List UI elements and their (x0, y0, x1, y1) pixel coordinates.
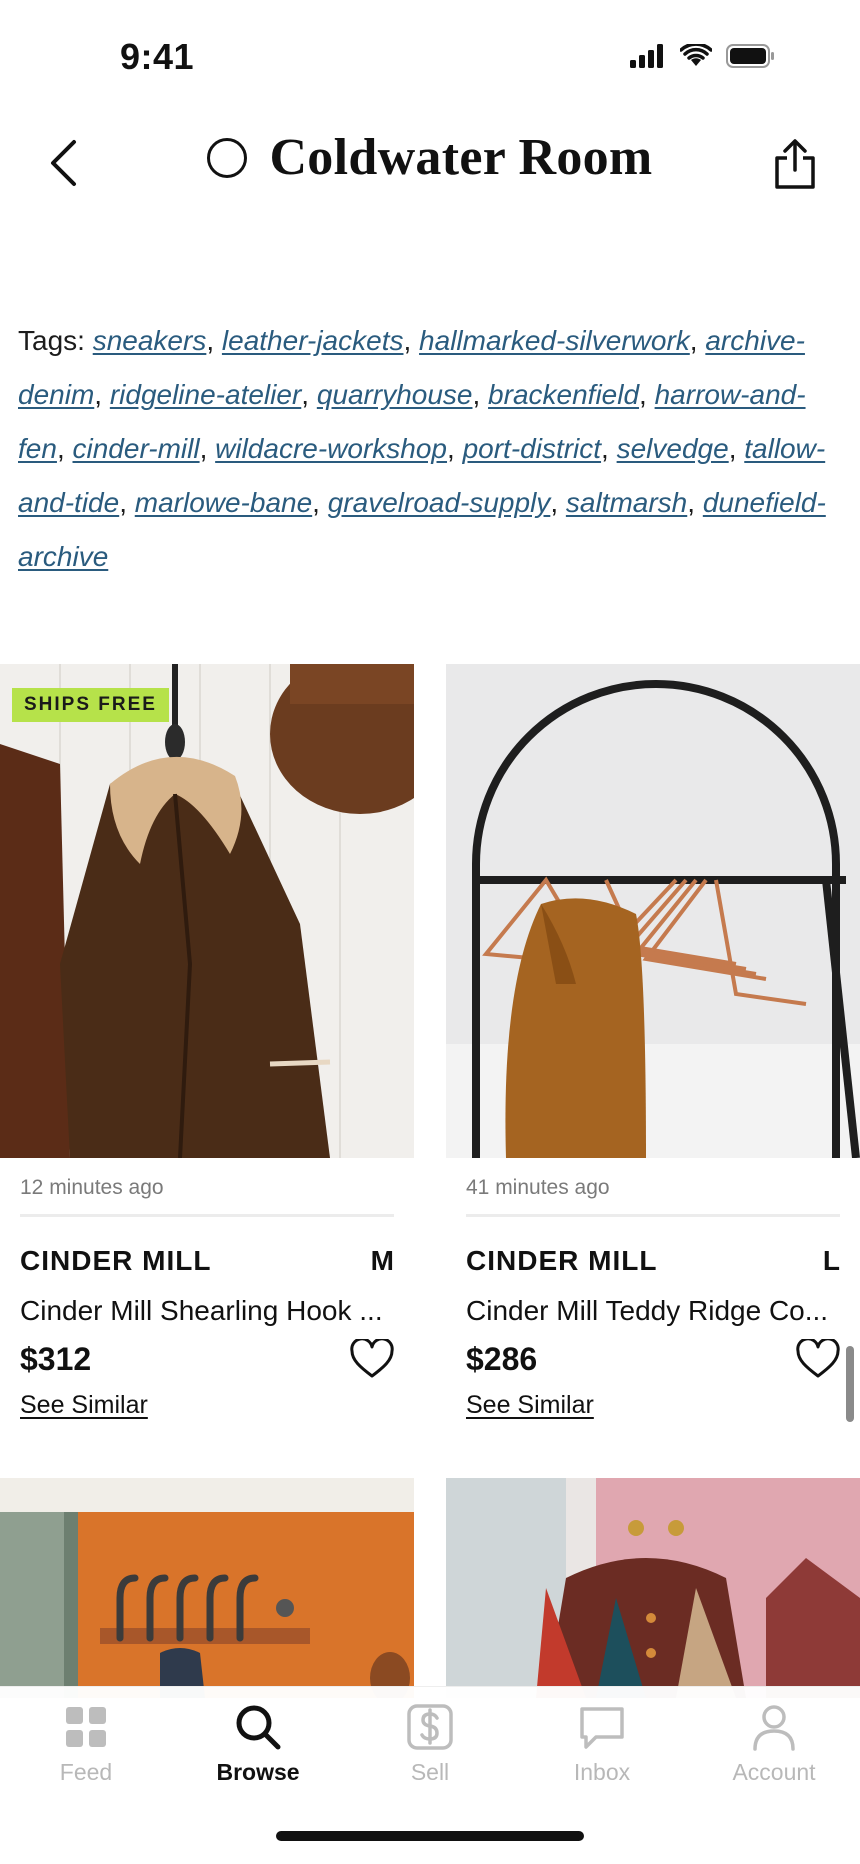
tag-link[interactable]: selvedge (617, 433, 729, 464)
tab-label: Account (732, 1759, 816, 1785)
tab-label: Sell (410, 1759, 450, 1785)
tag-link[interactable]: sneakers (93, 325, 207, 356)
signal-icon (630, 44, 663, 68)
product-price: $312 (20, 1340, 92, 1377)
brand-row: CINDER MILL L (466, 1245, 840, 1277)
product-image[interactable] (446, 1478, 860, 1698)
product-card[interactable]: SHIPS FREE 12 minutes ago CINDER MILL M … (0, 664, 414, 1420)
see-similar-link[interactable]: See Similar (466, 1391, 594, 1420)
price-row: $312 (20, 1339, 394, 1379)
tag-link[interactable]: quarryhouse (317, 379, 473, 410)
tab-browse[interactable]: Browse (172, 1687, 344, 1786)
ships-free-badge: SHIPS FREE (12, 688, 169, 722)
see-similar-link[interactable]: See Similar (20, 1391, 148, 1420)
brand-name: CINDER MILL (20, 1245, 212, 1276)
grid-icon (66, 1707, 106, 1747)
tag-link[interactable]: gravelroad-supply (328, 487, 551, 518)
tag-link[interactable]: hallmarked-silverwork (419, 325, 690, 356)
circle-icon (207, 137, 248, 178)
tab-bar: Feed Browse Sell Inbox Account (0, 1686, 860, 1864)
product-image[interactable]: SHIPS FREE (0, 664, 414, 1158)
heart-icon[interactable] (796, 1339, 840, 1379)
size-label: M (370, 1245, 394, 1276)
tab-account[interactable]: Account (688, 1687, 860, 1786)
product-meta: 41 minutes ago CINDER MILL L Cinder Mill… (446, 1176, 860, 1420)
product-image[interactable] (446, 664, 860, 1158)
closet-photo (446, 1478, 860, 1698)
tag-link[interactable]: cinder-mill (73, 433, 200, 464)
tags-prefix: Tags: (18, 325, 85, 356)
size-label: L (822, 1245, 840, 1276)
status-time: 9:41 (120, 36, 195, 77)
product-meta: 12 minutes ago CINDER MILL M Cinder Mill… (0, 1176, 414, 1420)
status-bar: 9:41 (0, 0, 860, 110)
jacket-photo (0, 664, 414, 1158)
product-card[interactable]: 41 minutes ago CINDER MILL L Cinder Mill… (446, 664, 860, 1420)
dollar-icon (407, 1704, 453, 1750)
listing-time: 12 minutes ago (20, 1176, 164, 1199)
battery-icon (726, 44, 774, 68)
tag-link[interactable]: port-district (463, 433, 601, 464)
tab-inbox[interactable]: Inbox (516, 1687, 688, 1786)
nav-header: Coldwater Room (0, 118, 860, 208)
scroll-indicator[interactable] (846, 1346, 854, 1422)
tab-feed[interactable]: Feed (0, 1687, 172, 1786)
page-title: Coldwater Room (269, 129, 653, 186)
tab-sell[interactable]: Sell (344, 1687, 516, 1786)
tag-link[interactable]: saltmarsh (566, 487, 687, 518)
brand-name: CINDER MILL (466, 1245, 658, 1276)
tags-list: Tags: sneakers, leather-jackets, hallmar… (18, 325, 826, 572)
product-price: $286 (466, 1340, 538, 1377)
tab-label: Feed (59, 1759, 113, 1785)
divider (466, 1214, 840, 1217)
price-row: $286 (466, 1339, 840, 1379)
divider (20, 1214, 394, 1217)
heart-icon[interactable] (350, 1339, 394, 1379)
status-icons (630, 44, 776, 68)
tag-link[interactable]: marlowe-bane (135, 487, 312, 518)
share-icon (775, 139, 815, 189)
share-button[interactable] (766, 134, 824, 194)
hooks-photo (0, 1478, 414, 1698)
coat-rack-photo (446, 664, 860, 1158)
tag-link[interactable]: leather-jackets (222, 325, 404, 356)
brand-row: CINDER MILL M (20, 1245, 394, 1277)
home-indicator[interactable] (276, 1831, 584, 1841)
title-group: Coldwater Room (0, 128, 860, 187)
tag-link[interactable]: wildacre-workshop (215, 433, 447, 464)
tag-link[interactable]: brackenfield (488, 379, 639, 410)
product-name[interactable]: Cinder Mill Shearling Hook ... (20, 1295, 394, 1327)
listing-time: 41 minutes ago (466, 1176, 610, 1199)
tab-label: Inbox (573, 1759, 631, 1785)
tag-link[interactable]: ridgeline-atelier (110, 379, 301, 410)
wifi-icon (680, 44, 712, 66)
person-icon (753, 1705, 795, 1751)
tab-label: Browse (216, 1759, 300, 1785)
chat-icon (580, 1707, 624, 1749)
product-image[interactable] (0, 1478, 414, 1698)
screen: 9:41 Coldwater Room Tags: sneakers, leat… (0, 0, 860, 1864)
product-name[interactable]: Cinder Mill Teddy Ridge Co... (466, 1295, 840, 1327)
search-icon (236, 1705, 281, 1750)
tabs: Feed Browse Sell Inbox Account (0, 1687, 860, 1786)
